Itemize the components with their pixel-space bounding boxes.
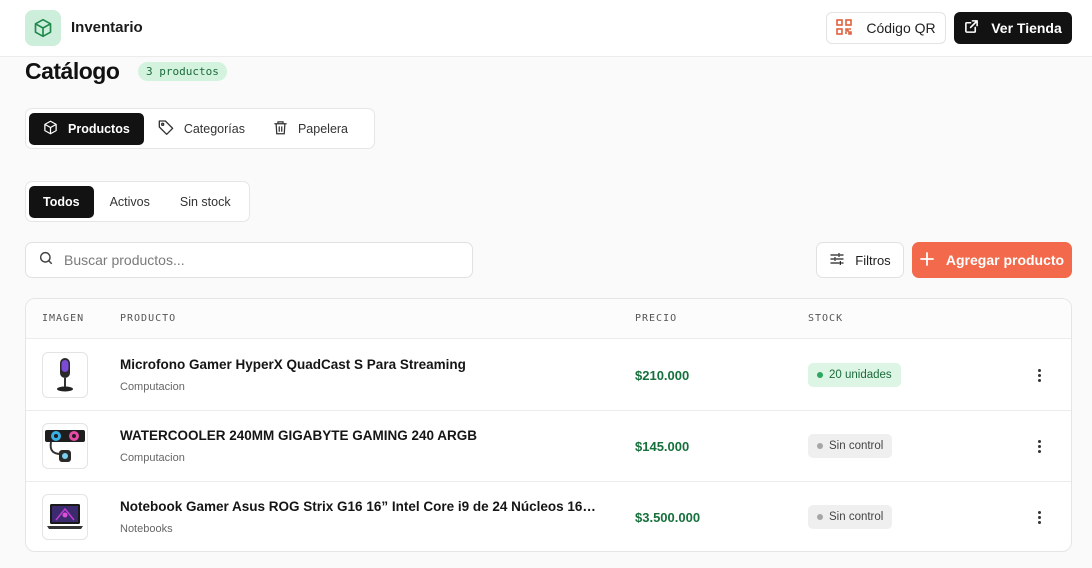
page-title: Catálogo [25,58,120,84]
stock-badge: Sin control [808,505,893,529]
main-tabs: Productos Categorías Papelera [25,108,375,149]
status-dot-icon [817,514,823,520]
app-name: Inventario [71,19,143,36]
qr-code-button[interactable]: Código QR [826,12,946,44]
product-category: Notebooks [120,523,173,535]
stock-filter-tabs: Todos Activos Sin stock [25,181,250,222]
stock-label: Sin control [829,440,884,452]
search-icon [38,250,54,271]
table-row[interactable]: WATERCOOLER 240MM GIGABYTE GAMING 240 AR… [26,411,1071,482]
product-name[interactable]: Notebook Gamer Asus ROG Strix G16 16” In… [120,499,604,514]
status-dot-icon [817,443,823,449]
tag-icon [158,119,174,138]
top-bar: Inventario Código QR Ver Tienda [0,0,1092,57]
view-store-label: Ver Tienda [991,20,1062,36]
plus-icon [919,251,934,269]
search-box [25,242,473,278]
add-product-button[interactable]: Agregar producto [912,242,1072,278]
tab-papelera-label: Papelera [297,121,349,136]
tab-categorias[interactable]: Categorías [144,113,259,145]
column-header-imagen: IMAGEN [42,313,85,324]
filter-sin-stock[interactable]: Sin stock [166,186,245,218]
column-header-producto: PRODUCTO [120,313,177,324]
box-icon [25,10,61,46]
product-name[interactable]: WATERCOOLER 240MM GIGABYTE GAMING 240 AR… [120,428,477,443]
box-icon [43,120,58,138]
watercooler-icon [42,423,88,469]
product-count-badge: 3 productos [138,62,227,81]
sliders-icon [829,251,845,270]
product-price: $145.000 [635,439,690,454]
filters-button[interactable]: Filtros [816,242,904,278]
tab-productos[interactable]: Productos [29,112,144,145]
table-row[interactable]: Microfono Gamer HyperX QuadCast S Para S… [26,340,1071,411]
product-category: Computacion [120,381,185,393]
laptop-icon [42,494,88,540]
row-actions-menu-icon[interactable] [1026,504,1052,530]
view-store-button[interactable]: Ver Tienda [954,12,1072,44]
tab-categorias-label: Categorías [183,121,245,136]
row-actions-menu-icon[interactable] [1026,433,1052,459]
external-link-icon [964,19,979,37]
product-category: Computacion [120,452,185,464]
trash-icon [273,120,288,138]
stock-badge: 20 unidades [808,363,901,387]
microphone-icon [42,352,88,398]
add-product-label: Agregar producto [945,252,1065,268]
row-actions-menu-icon[interactable] [1026,362,1052,388]
stock-label: 20 unidades [829,369,892,381]
product-price: $210.000 [635,368,690,383]
filter-todos[interactable]: Todos [29,185,94,218]
table-row[interactable]: Notebook Gamer Asus ROG Strix G16 16” In… [26,482,1071,551]
product-price: $3.500.000 [635,510,701,525]
tab-productos-label: Productos [68,121,130,136]
qr-code-label: Código QR [866,20,936,36]
products-table: IMAGEN PRODUCTO PRECIO STOCK Microfono G… [25,298,1072,552]
filters-label: Filtros [855,252,891,268]
column-header-precio: PRECIO [635,313,678,324]
qr-code-icon [836,18,853,38]
product-name[interactable]: Microfono Gamer HyperX QuadCast S Para S… [120,357,466,372]
table-header: IMAGEN PRODUCTO PRECIO STOCK [26,299,1071,339]
filter-activos[interactable]: Activos [94,186,166,218]
tab-papelera[interactable]: Papelera [259,113,362,145]
stock-badge: Sin control [808,434,893,458]
status-dot-icon [817,372,823,378]
stock-label: Sin control [829,511,884,523]
search-input[interactable] [64,252,454,268]
column-header-stock: STOCK [808,313,844,324]
